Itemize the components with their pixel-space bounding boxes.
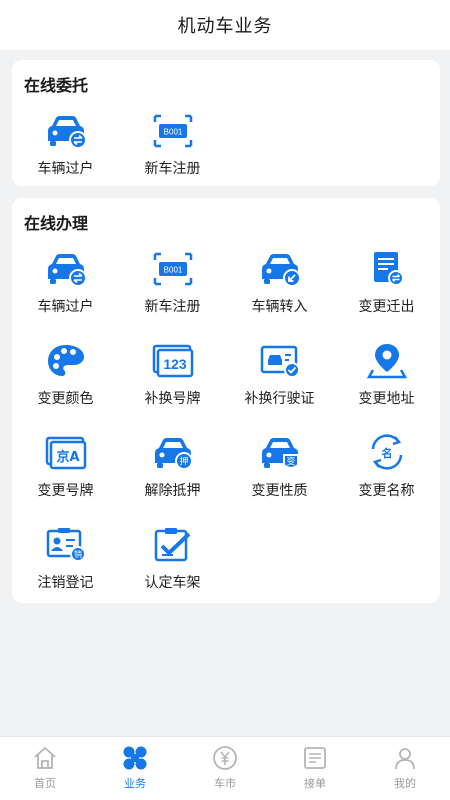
tab-label: 我的	[394, 777, 416, 790]
business-grid-icon	[123, 746, 147, 770]
online-handle-card: 在线办理 车辆过户 B001 新车注册 车辆转入 变更迁出 变更颜色 123 补…	[12, 198, 440, 603]
car-nature-change-icon: 变	[261, 438, 299, 469]
car-transfer-icon	[47, 116, 87, 149]
item-label: 变更名称	[358, 483, 415, 499]
item-label: 认定车架	[144, 575, 201, 591]
document-transfer-icon	[373, 252, 404, 286]
item-label: 变更号牌	[37, 483, 94, 499]
handle-item-move-out[interactable]: 变更迁出	[333, 244, 440, 336]
handle-item-car-transfer[interactable]: 车辆过户	[12, 244, 119, 336]
handle-item-release-mortgage[interactable]: 押 解除抵押	[119, 428, 226, 520]
svg-text:名: 名	[381, 446, 392, 460]
handle-item-cancel-registration[interactable]: 销 注销登记	[12, 520, 119, 612]
user-icon	[395, 748, 415, 770]
svg-text:123: 123	[163, 356, 187, 372]
tab-business[interactable]: 业务	[90, 737, 180, 800]
tab-home[interactable]: 首页	[0, 737, 90, 800]
car-transfer-icon	[47, 254, 87, 287]
tab-label: 首页	[34, 777, 56, 790]
page-title: 机动车业务	[177, 16, 273, 37]
tab-label: 接单	[304, 777, 326, 790]
item-label: 新车注册	[144, 299, 201, 315]
palette-icon	[47, 345, 84, 376]
item-label: 变更颜色	[37, 391, 94, 407]
item-label: 变更性质	[251, 483, 308, 499]
tab-mine[interactable]: 我的	[360, 737, 450, 800]
svg-text:押: 押	[179, 456, 188, 468]
plate-change-icon: 京A	[45, 436, 86, 470]
car-mortgage-icon: 押	[154, 438, 193, 470]
item-label: 补换号牌	[144, 391, 201, 407]
item-label: 变更地址	[358, 391, 415, 407]
svg-text:销: 销	[74, 549, 82, 559]
svg-text:B001: B001	[163, 266, 182, 275]
svg-text:京A: 京A	[56, 449, 79, 465]
item-label: 解除抵押	[144, 483, 201, 499]
handle-item-replace-plate[interactable]: 123 补换号牌	[119, 336, 226, 428]
online-entrust-card: 在线委托 车辆过户 B001 新车注册	[12, 60, 440, 186]
name-change-icon: 名	[371, 434, 402, 470]
plate-register-icon: B001	[153, 114, 192, 148]
svg-text:B001: B001	[163, 128, 182, 137]
license-card-icon	[260, 345, 300, 378]
location-pin-icon	[366, 344, 407, 379]
item-label: 车辆转入	[251, 299, 308, 315]
home-icon	[34, 746, 56, 769]
plate-register-icon: B001	[153, 252, 192, 286]
section-title-online-handle: 在线办理	[24, 214, 89, 233]
yuan-coin-icon	[213, 746, 237, 770]
entrust-item-car-transfer[interactable]: 车辆过户	[12, 106, 119, 198]
entrust-item-new-car-register[interactable]: B001 新车注册	[119, 106, 226, 198]
handle-item-identify-frame[interactable]: 认定车架	[119, 520, 226, 612]
tab-car-market[interactable]: 车市	[180, 737, 270, 800]
section-title-online-entrust: 在线委托	[24, 76, 89, 95]
item-label: 补换行驶证	[244, 391, 315, 407]
handle-item-new-car-register[interactable]: B001 新车注册	[119, 244, 226, 336]
handle-item-change-plate[interactable]: 京A 变更号牌	[12, 428, 119, 520]
item-label: 车辆过户	[37, 161, 94, 177]
item-label: 新车注册	[144, 161, 201, 177]
clipboard-check-icon	[154, 528, 190, 562]
bottom-tab-bar: 首页 业务 车市 接单 我的	[0, 736, 450, 800]
handle-item-change-address[interactable]: 变更地址	[333, 336, 440, 428]
handle-item-car-transfer-in[interactable]: 车辆转入	[226, 244, 333, 336]
tab-orders[interactable]: 接单	[270, 737, 360, 800]
tab-label: 业务	[124, 777, 146, 790]
handle-item-change-nature[interactable]: 变 变更性质	[226, 428, 333, 520]
svg-text:变: 变	[286, 456, 295, 468]
item-label: 变更迁出	[358, 299, 415, 315]
handle-item-change-color[interactable]: 变更颜色	[12, 336, 119, 428]
plate-number-icon: 123	[152, 344, 193, 378]
handle-item-replace-license[interactable]: 补换行驶证	[226, 336, 333, 428]
item-label: 注销登记	[37, 575, 94, 591]
car-transfer-in-icon	[261, 254, 301, 287]
cancel-registration-icon: 销	[46, 528, 86, 562]
item-label: 车辆过户	[37, 299, 94, 315]
order-list-icon	[304, 747, 326, 769]
handle-item-change-name[interactable]: 名 变更名称	[333, 428, 440, 520]
tab-label: 车市	[214, 777, 236, 790]
top-header: 机动车业务	[0, 0, 450, 50]
